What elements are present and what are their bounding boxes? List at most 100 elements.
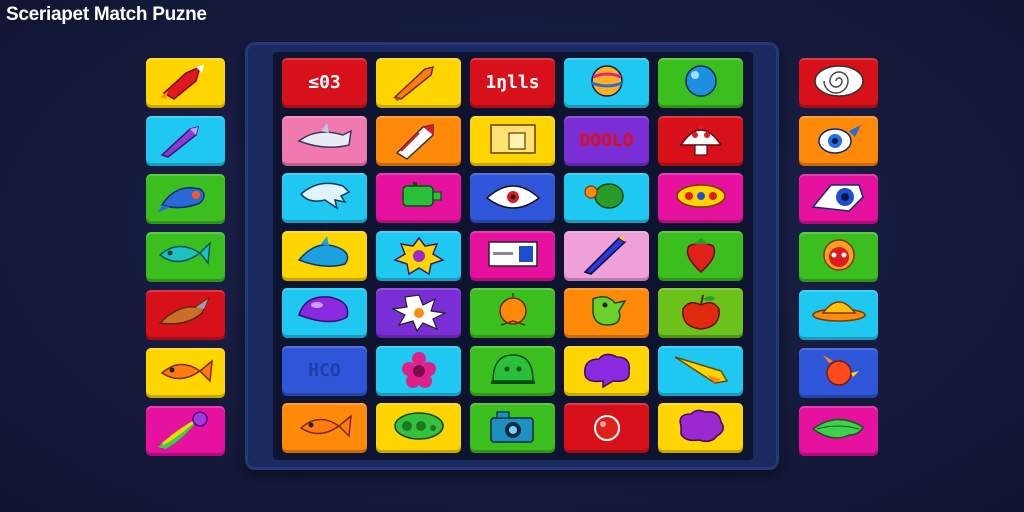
grid-tile-r2-c4[interactable]: DOOLO: [564, 115, 649, 166]
apple-icon: [671, 291, 731, 335]
left-tile-2[interactable]: [146, 116, 225, 166]
right-tile-5[interactable]: [799, 290, 878, 340]
tile-label: 1ŋlls: [485, 72, 540, 93]
orange-fish-icon: [156, 351, 216, 395]
grid-tile-r6-c3[interactable]: [470, 345, 555, 396]
left-tile-4[interactable]: [146, 232, 225, 282]
green-turtle-icon: [577, 176, 637, 220]
grid-tile-r2-c5[interactable]: [658, 115, 743, 166]
mushroom-icon: [671, 119, 731, 163]
orange-ball-icon: [483, 291, 543, 335]
grid-tile-r7-c1[interactable]: [282, 403, 367, 453]
right-tile-7[interactable]: [799, 406, 878, 456]
grid-tile-r7-c2[interactable]: [376, 403, 461, 453]
grid-tile-r4-c3[interactable]: [470, 230, 555, 281]
grid-tile-r2-c1[interactable]: [282, 115, 367, 166]
white-eye-icon: [483, 176, 543, 220]
eye-icon: [809, 119, 869, 163]
strawberry-icon: [671, 234, 731, 278]
green-creature-icon: [577, 291, 637, 335]
striped-ball-icon: [577, 61, 637, 105]
purple-splat-icon: [671, 406, 731, 450]
right-tile-3[interactable]: [799, 174, 878, 224]
camera-icon: [483, 406, 543, 450]
tile-label: ≤03: [308, 72, 341, 93]
box-icon: [483, 119, 543, 163]
white-splat-icon: [389, 291, 449, 335]
grid-tile-r4-c1[interactable]: [282, 230, 367, 281]
left-tile-column: [146, 58, 225, 456]
grid-tile-r5-c3[interactable]: [470, 288, 555, 338]
grid-tile-r2-c3[interactable]: [470, 115, 555, 166]
red-bird-icon: [809, 351, 869, 395]
tile-label: HCO: [308, 359, 341, 381]
grid-tile-r1-c4[interactable]: [564, 58, 649, 108]
rainbow-comet-icon: [156, 409, 216, 453]
left-tile-1[interactable]: [146, 58, 225, 108]
purple-pen-icon: [156, 119, 216, 163]
grid-tile-r3-c1[interactable]: [282, 173, 367, 223]
left-tile-5[interactable]: [146, 290, 225, 340]
crayon-icon: [389, 119, 449, 163]
green-pod-icon: [389, 406, 449, 450]
right-tile-2[interactable]: [799, 116, 878, 166]
left-tile-6[interactable]: [146, 348, 225, 398]
grid-tile-r6-c1[interactable]: HCO: [282, 345, 367, 396]
pencil-icon: [577, 234, 637, 278]
grid-tile-r4-c5[interactable]: [658, 230, 743, 281]
tile-label: DOOLO: [579, 129, 634, 151]
blue-eye-shell-icon: [809, 177, 869, 221]
grid-tile-r7-c3[interactable]: [470, 403, 555, 453]
red-face-icon: [809, 235, 869, 279]
purple-cloud-icon: [577, 349, 637, 393]
game-title: Sceriapet Match Puzne: [6, 4, 207, 25]
brown-bird-icon: [156, 293, 216, 337]
brush-icon: [389, 61, 449, 105]
grid-tile-r3-c3[interactable]: [470, 173, 555, 223]
purple-blob-icon: [295, 291, 355, 335]
grid-tile-r4-c4[interactable]: [564, 230, 649, 281]
ghost-icon: [295, 176, 355, 220]
grid-tile-r1-c3[interactable]: 1ŋlls: [470, 58, 555, 108]
yellow-pod-icon: [671, 176, 731, 220]
grid-tile-r4-c2[interactable]: [376, 230, 461, 281]
match-grid: ≤03 1ŋlls DOOLO HCO: [282, 58, 743, 453]
pink-flower-icon: [389, 349, 449, 393]
blue-rocket-fish-icon: [156, 177, 216, 221]
grid-tile-r6-c2[interactable]: [376, 345, 461, 396]
red-rocket-icon: [156, 61, 216, 105]
green-dome-icon: [483, 349, 543, 393]
grid-tile-r1-c2[interactable]: [376, 58, 461, 108]
grid-tile-r5-c2[interactable]: [376, 288, 461, 338]
grid-tile-r3-c4[interactable]: [564, 173, 649, 223]
right-tile-4[interactable]: [799, 232, 878, 282]
orange-ufo-icon: [809, 293, 869, 337]
card-icon: [483, 234, 543, 278]
grid-tile-r6-c5[interactable]: [658, 345, 743, 396]
right-tile-6[interactable]: [799, 348, 878, 398]
left-tile-7[interactable]: [146, 406, 225, 456]
left-tile-3[interactable]: [146, 174, 225, 224]
grid-tile-r1-c5[interactable]: [658, 58, 743, 108]
yellow-comet-icon: [671, 349, 731, 393]
right-tile-column: [799, 58, 878, 456]
grid-tile-r5-c4[interactable]: [564, 288, 649, 338]
swirl-icon: [809, 61, 869, 105]
grid-tile-r7-c4[interactable]: [564, 403, 649, 453]
grid-tile-r1-c1[interactable]: ≤03: [282, 58, 367, 108]
grid-tile-r6-c4[interactable]: [564, 345, 649, 396]
green-gadget-icon: [389, 176, 449, 220]
grid-tile-r5-c5[interactable]: [658, 288, 743, 338]
grid-tile-r7-c5[interactable]: [658, 403, 743, 453]
green-leaf-icon: [809, 409, 869, 453]
right-tile-1[interactable]: [799, 58, 878, 108]
splat-flower-icon: [389, 234, 449, 278]
teal-fish-icon: [156, 235, 216, 279]
grid-tile-r3-c2[interactable]: [376, 173, 461, 223]
blue-dolphin-icon: [295, 234, 355, 278]
grid-tile-r2-c2[interactable]: [376, 115, 461, 166]
shark-icon: [295, 119, 355, 163]
red-ball-icon: [577, 406, 637, 450]
grid-tile-r3-c5[interactable]: [658, 173, 743, 223]
grid-tile-r5-c1[interactable]: [282, 288, 367, 338]
